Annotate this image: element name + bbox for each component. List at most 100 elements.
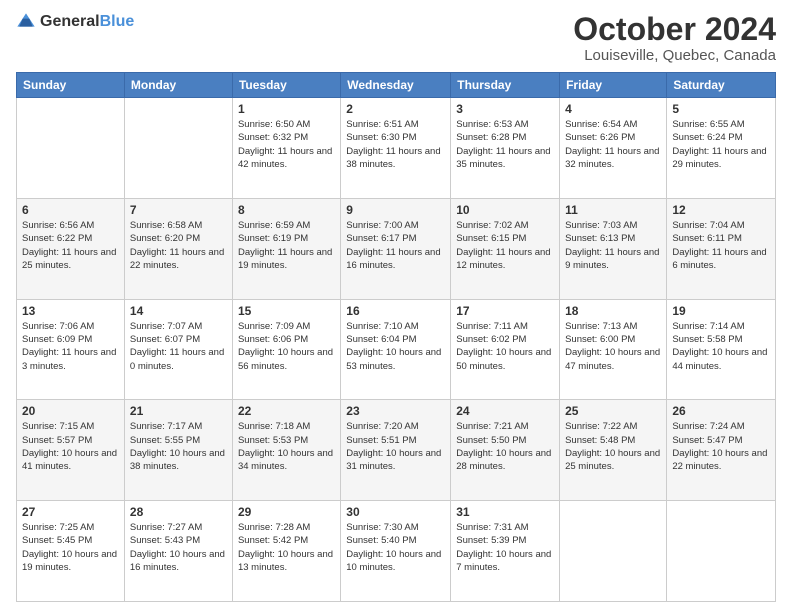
day-number: 30 xyxy=(346,505,445,519)
calendar-cell: 19 Sunrise: 7:14 AM Sunset: 5:58 PM Dayli… xyxy=(667,299,776,400)
calendar-cell: 29 Sunrise: 7:28 AM Sunset: 5:42 PM Dayli… xyxy=(232,501,340,602)
calendar-cell: 27Sunrise: 7:25 AM Sunset: 5:45 PM Dayli… xyxy=(17,501,125,602)
calendar-week-4: 20 Sunrise: 7:15 AM Sunset: 5:57 PM Dayli… xyxy=(17,400,776,501)
day-number: 27 xyxy=(22,505,119,519)
calendar-week-2: 6Sunrise: 6:56 AM Sunset: 6:22 PM Daylig… xyxy=(17,198,776,299)
day-info: Sunrise: 7:21 AM Sunset: 5:50 PM Dayligh… xyxy=(456,420,554,473)
day-info: Sunrise: 7:09 AM Sunset: 6:06 PM Dayligh… xyxy=(238,320,335,373)
day-number: 11 xyxy=(565,203,661,217)
day-info: Sunrise: 7:15 AM Sunset: 5:57 PM Dayligh… xyxy=(22,420,119,473)
calendar-cell: 31 Sunrise: 7:31 AM Sunset: 5:39 PM Dayli… xyxy=(451,501,560,602)
day-number: 9 xyxy=(346,203,445,217)
day-info: Sunrise: 6:55 AM Sunset: 6:24 PM Dayligh… xyxy=(672,118,770,171)
calendar-cell: 1Sunrise: 6:50 AM Sunset: 6:32 PM Daylig… xyxy=(232,98,340,199)
day-number: 8 xyxy=(238,203,335,217)
day-number: 24 xyxy=(456,404,554,418)
day-info: Sunrise: 7:14 AM Sunset: 5:58 PM Dayligh… xyxy=(672,320,770,373)
calendar-cell: 9Sunrise: 7:00 AM Sunset: 6:17 PM Daylig… xyxy=(341,198,451,299)
calendar-cell: 15Sunrise: 7:09 AM Sunset: 6:06 PM Dayli… xyxy=(232,299,340,400)
day-info: Sunrise: 6:59 AM Sunset: 6:19 PM Dayligh… xyxy=(238,219,335,272)
calendar-cell: 14 Sunrise: 7:07 AM Sunset: 6:07 PM Dayli… xyxy=(124,299,232,400)
day-number: 26 xyxy=(672,404,770,418)
day-number: 25 xyxy=(565,404,661,418)
calendar-cell xyxy=(667,501,776,602)
calendar-cell xyxy=(17,98,125,199)
day-info: Sunrise: 7:24 AM Sunset: 5:47 PM Dayligh… xyxy=(672,420,770,473)
day-info: Sunrise: 7:28 AM Sunset: 5:42 PM Dayligh… xyxy=(238,521,335,574)
day-number: 20 xyxy=(22,404,119,418)
weekday-header-row: Sunday Monday Tuesday Wednesday Thursday… xyxy=(17,73,776,98)
day-number: 6 xyxy=(22,203,119,217)
calendar-cell xyxy=(560,501,667,602)
calendar-week-5: 27Sunrise: 7:25 AM Sunset: 5:45 PM Dayli… xyxy=(17,501,776,602)
calendar-cell: 20 Sunrise: 7:15 AM Sunset: 5:57 PM Dayli… xyxy=(17,400,125,501)
day-info: Sunrise: 6:50 AM Sunset: 6:32 PM Dayligh… xyxy=(238,118,335,171)
header: GeneralBlue October 2024 Louiseville, Qu… xyxy=(16,12,776,64)
calendar-cell: 23 Sunrise: 7:20 AM Sunset: 5:51 PM Dayli… xyxy=(341,400,451,501)
calendar-page: GeneralBlue October 2024 Louiseville, Qu… xyxy=(0,0,792,612)
day-number: 19 xyxy=(672,304,770,318)
calendar-cell: 10Sunrise: 7:02 AM Sunset: 6:15 PM Dayli… xyxy=(451,198,560,299)
calendar-cell: 17Sunrise: 7:11 AM Sunset: 6:02 PM Dayli… xyxy=(451,299,560,400)
day-number: 2 xyxy=(346,102,445,116)
calendar-cell: 28Sunrise: 7:27 AM Sunset: 5:43 PM Dayli… xyxy=(124,501,232,602)
day-info: Sunrise: 6:51 AM Sunset: 6:30 PM Dayligh… xyxy=(346,118,445,171)
day-info: Sunrise: 7:06 AM Sunset: 6:09 PM Dayligh… xyxy=(22,320,119,373)
day-number: 14 xyxy=(130,304,227,318)
day-number: 17 xyxy=(456,304,554,318)
day-info: Sunrise: 6:58 AM Sunset: 6:20 PM Dayligh… xyxy=(130,219,227,272)
calendar-cell: 12 Sunrise: 7:04 AM Sunset: 6:11 PM Dayli… xyxy=(667,198,776,299)
calendar-cell: 16Sunrise: 7:10 AM Sunset: 6:04 PM Dayli… xyxy=(341,299,451,400)
day-number: 10 xyxy=(456,203,554,217)
calendar-cell: 8 Sunrise: 6:59 AM Sunset: 6:19 PM Daylig… xyxy=(232,198,340,299)
calendar-cell: 11Sunrise: 7:03 AM Sunset: 6:13 PM Dayli… xyxy=(560,198,667,299)
calendar-cell: 30 Sunrise: 7:30 AM Sunset: 5:40 PM Dayli… xyxy=(341,501,451,602)
header-thursday: Thursday xyxy=(451,73,560,98)
header-friday: Friday xyxy=(560,73,667,98)
day-info: Sunrise: 7:17 AM Sunset: 5:55 PM Dayligh… xyxy=(130,420,227,473)
calendar-cell: 18Sunrise: 7:13 AM Sunset: 6:00 PM Dayli… xyxy=(560,299,667,400)
day-info: Sunrise: 6:54 AM Sunset: 6:26 PM Dayligh… xyxy=(565,118,661,171)
calendar-cell: 3 Sunrise: 6:53 AM Sunset: 6:28 PM Daylig… xyxy=(451,98,560,199)
title-area: October 2024 Louiseville, Quebec, Canada xyxy=(573,12,776,64)
day-info: Sunrise: 7:18 AM Sunset: 5:53 PM Dayligh… xyxy=(238,420,335,473)
day-info: Sunrise: 7:31 AM Sunset: 5:39 PM Dayligh… xyxy=(456,521,554,574)
day-number: 7 xyxy=(130,203,227,217)
month-title: October 2024 xyxy=(573,12,776,47)
day-number: 3 xyxy=(456,102,554,116)
logo-general: General xyxy=(40,13,100,30)
calendar-week-3: 13Sunrise: 7:06 AM Sunset: 6:09 PM Dayli… xyxy=(17,299,776,400)
calendar-cell: 2 Sunrise: 6:51 AM Sunset: 6:30 PM Daylig… xyxy=(341,98,451,199)
day-info: Sunrise: 7:13 AM Sunset: 6:00 PM Dayligh… xyxy=(565,320,661,373)
day-info: Sunrise: 7:30 AM Sunset: 5:40 PM Dayligh… xyxy=(346,521,445,574)
day-number: 21 xyxy=(130,404,227,418)
calendar-cell: 22 Sunrise: 7:18 AM Sunset: 5:53 PM Dayli… xyxy=(232,400,340,501)
logo-icon xyxy=(16,12,36,32)
logo-blue: Blue xyxy=(100,13,135,30)
day-number: 16 xyxy=(346,304,445,318)
day-number: 23 xyxy=(346,404,445,418)
day-info: Sunrise: 7:04 AM Sunset: 6:11 PM Dayligh… xyxy=(672,219,770,272)
day-number: 29 xyxy=(238,505,335,519)
day-number: 12 xyxy=(672,203,770,217)
header-monday: Monday xyxy=(124,73,232,98)
calendar-cell: 4Sunrise: 6:54 AM Sunset: 6:26 PM Daylig… xyxy=(560,98,667,199)
calendar-cell: 13Sunrise: 7:06 AM Sunset: 6:09 PM Dayli… xyxy=(17,299,125,400)
header-wednesday: Wednesday xyxy=(341,73,451,98)
calendar-cell: 24 Sunrise: 7:21 AM Sunset: 5:50 PM Dayli… xyxy=(451,400,560,501)
calendar-cell: 21 Sunrise: 7:17 AM Sunset: 5:55 PM Dayli… xyxy=(124,400,232,501)
calendar-cell: 7 Sunrise: 6:58 AM Sunset: 6:20 PM Daylig… xyxy=(124,198,232,299)
day-info: Sunrise: 7:07 AM Sunset: 6:07 PM Dayligh… xyxy=(130,320,227,373)
logo: GeneralBlue xyxy=(16,12,134,32)
day-info: Sunrise: 6:53 AM Sunset: 6:28 PM Dayligh… xyxy=(456,118,554,171)
day-number: 22 xyxy=(238,404,335,418)
header-saturday: Saturday xyxy=(667,73,776,98)
day-number: 31 xyxy=(456,505,554,519)
header-tuesday: Tuesday xyxy=(232,73,340,98)
day-info: Sunrise: 7:22 AM Sunset: 5:48 PM Dayligh… xyxy=(565,420,661,473)
calendar-cell xyxy=(124,98,232,199)
calendar-week-1: 1Sunrise: 6:50 AM Sunset: 6:32 PM Daylig… xyxy=(17,98,776,199)
calendar-cell: 25 Sunrise: 7:22 AM Sunset: 5:48 PM Dayli… xyxy=(560,400,667,501)
calendar-table: Sunday Monday Tuesday Wednesday Thursday… xyxy=(16,72,776,602)
day-info: Sunrise: 7:20 AM Sunset: 5:51 PM Dayligh… xyxy=(346,420,445,473)
